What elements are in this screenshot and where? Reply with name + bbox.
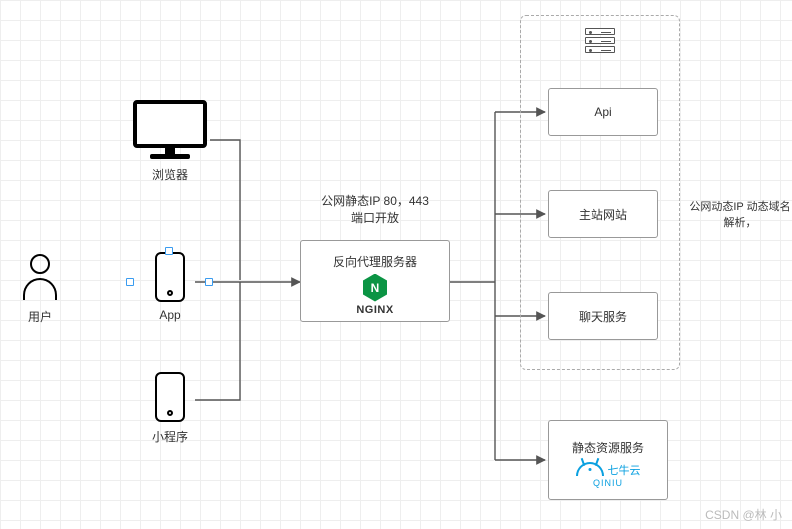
port-right[interactable]: [205, 278, 213, 286]
qiniu-icon: [576, 462, 604, 476]
user-label: 用户: [22, 308, 58, 325]
proxy-title: 反向代理服务器: [333, 253, 417, 270]
user-node: 用户: [22, 254, 58, 325]
phone-icon: [155, 252, 185, 302]
server-rack-icon: [585, 28, 615, 53]
service-chat-label: 聊天服务: [579, 308, 627, 325]
monitor-icon: [133, 100, 207, 160]
port-left[interactable]: [126, 278, 134, 286]
cluster-note: 公网动态IP 动态域名 解析，: [685, 198, 792, 230]
cluster-note-l1: 公网动态IP 动态域名: [685, 198, 792, 214]
service-chat: 聊天服务: [548, 292, 658, 340]
proxy-note-l1: 公网静态IP 80，443: [300, 192, 450, 209]
client-browser: 浏览器: [130, 100, 210, 183]
proxy-note: 公网静态IP 80，443 端口开放: [300, 192, 450, 226]
app-label: App: [150, 308, 190, 322]
nginx-icon: N: [363, 274, 387, 302]
qiniu-cn: 七牛云: [608, 462, 641, 478]
browser-label: 浏览器: [130, 166, 210, 183]
client-miniprogram: 小程序: [150, 372, 190, 445]
proxy-box: 反向代理服务器 N NGINX: [300, 240, 450, 322]
service-site-label: 主站网站: [579, 206, 627, 223]
service-site: 主站网站: [548, 190, 658, 238]
nginx-text: NGINX: [356, 304, 393, 316]
qiniu-brand: 七牛云 QINIU: [576, 462, 641, 488]
phone-icon-2: [155, 372, 185, 422]
qiniu-en: QINIU: [593, 478, 623, 488]
service-api: Api: [548, 88, 658, 136]
server-icon-node: [585, 28, 615, 55]
static-box: 静态资源服务 七牛云 QINIU: [548, 420, 668, 500]
service-api-label: Api: [594, 105, 611, 119]
miniprogram-label: 小程序: [150, 428, 190, 445]
port-top[interactable]: [165, 247, 173, 255]
watermark: CSDN @林 小: [705, 506, 782, 523]
proxy-note-l2: 端口开放: [300, 209, 450, 226]
user-icon: [22, 254, 58, 308]
client-app: App: [150, 252, 190, 322]
static-title: 静态资源服务: [572, 439, 644, 456]
cluster-note-l2: 解析，: [685, 214, 792, 230]
